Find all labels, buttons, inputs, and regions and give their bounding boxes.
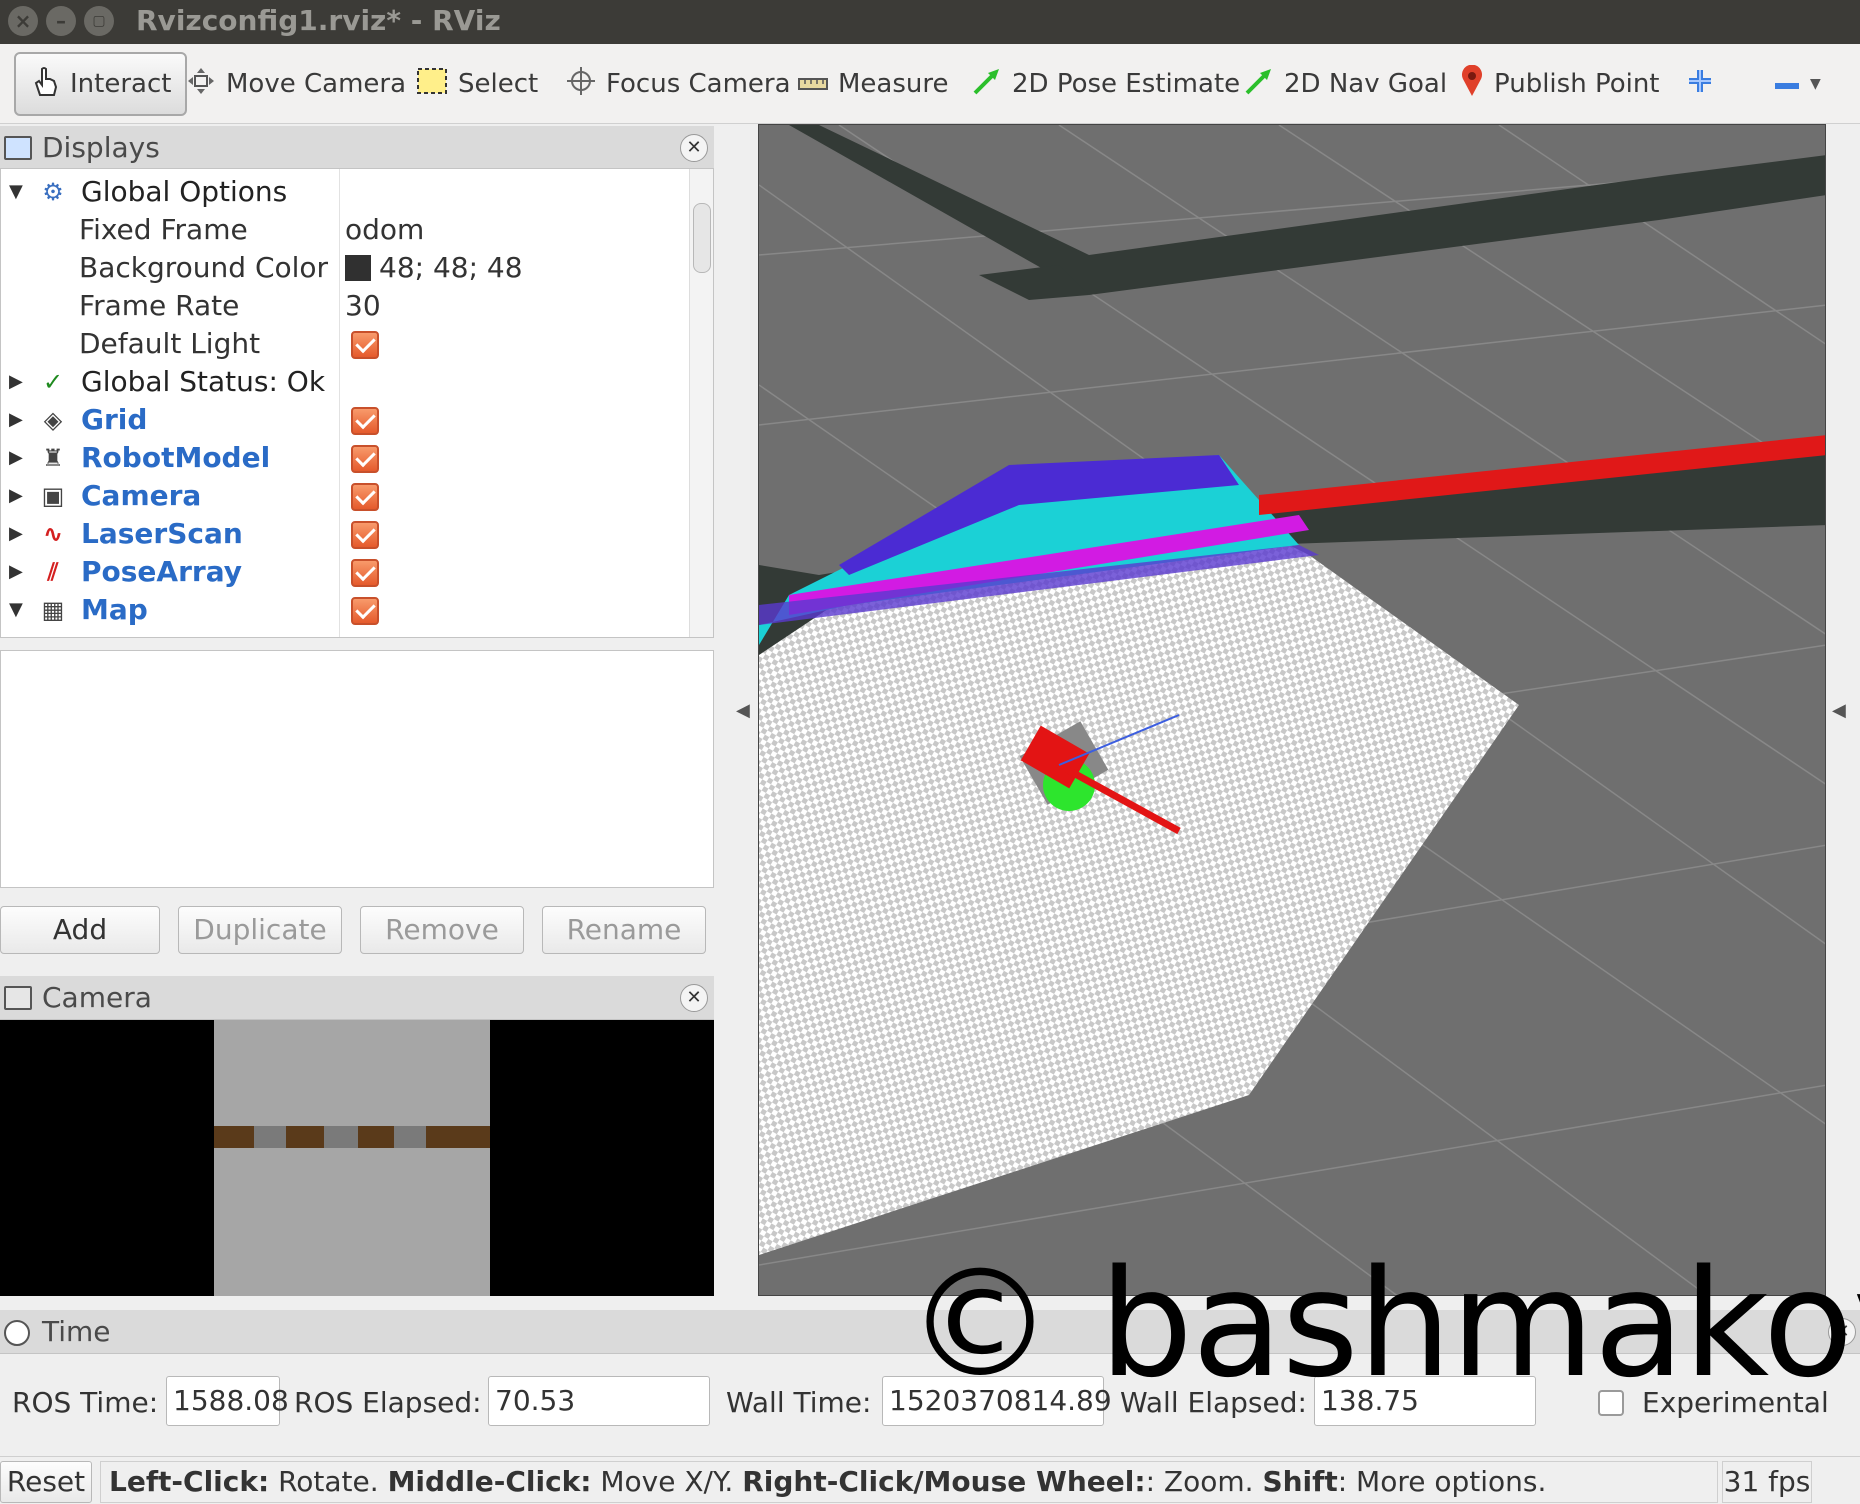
wall-time-label: Wall Time:	[726, 1386, 872, 1419]
ruler-icon	[798, 69, 828, 99]
posearray-icon: ⫽	[47, 558, 59, 586]
tree-row-robotmodel[interactable]: ▶ ♜ RobotModel	[1, 439, 691, 477]
laserscan-checkbox[interactable]	[351, 521, 379, 549]
robot-icon: ♜	[42, 444, 64, 472]
ros-elapsed-label: ROS Elapsed:	[294, 1386, 482, 1419]
focus-camera-icon	[566, 66, 596, 103]
move-camera-icon	[186, 66, 216, 103]
reset-button[interactable]: Reset	[0, 1461, 92, 1503]
camera-icon: ▣	[41, 482, 65, 510]
title-bar: × – ▢ Rvizconfig1.rviz* - RViz	[0, 0, 1860, 44]
collapse-left-arrow-icon[interactable]: ◀	[736, 700, 750, 721]
tree-row-default-light[interactable]: Default Light	[1, 325, 691, 363]
laserscan-icon: ∿	[42, 520, 64, 548]
camera-panel-header: Camera ✕	[0, 976, 714, 1020]
right-splitter[interactable]: ◀	[1828, 124, 1860, 1296]
minus-icon	[1774, 69, 1800, 99]
posearray-checkbox[interactable]	[351, 559, 379, 587]
map-pin-icon	[1460, 64, 1484, 104]
publish-point-tool-button[interactable]: Publish Point	[1460, 52, 1660, 116]
grid-icon: ◈	[43, 406, 63, 434]
grid-checkbox[interactable]	[351, 407, 379, 435]
expand-arrow-icon[interactable]: ▼	[9, 591, 23, 629]
status-bar: Reset Left-Click: Rotate. Middle-Click: …	[0, 1456, 1860, 1504]
toolbar: Interact Move Camera Select Focus Camera…	[0, 44, 1860, 124]
tree-row-background-color[interactable]: Background Color 48; 48; 48	[1, 249, 691, 287]
fps-counter: 31 fps	[1722, 1461, 1812, 1503]
tree-scrollbar[interactable]	[689, 169, 713, 637]
select-tool-button[interactable]: Select	[416, 52, 538, 116]
expand-arrow-icon[interactable]: ▶	[9, 553, 23, 591]
3d-scene	[759, 125, 1825, 1295]
green-arrow-icon	[972, 66, 1002, 103]
green-arrow-icon	[1244, 66, 1274, 103]
move-camera-tool-button[interactable]: Move Camera	[186, 52, 406, 116]
tree-row-fixed-frame[interactable]: Fixed Frame odom	[1, 211, 691, 249]
watermark: © bashmakov	[906, 1238, 1860, 1410]
add-display-button[interactable]: Add	[0, 906, 160, 954]
background-color-value[interactable]: 48; 48; 48	[345, 249, 523, 287]
tree-row-frame-rate[interactable]: Frame Rate 30	[1, 287, 691, 325]
help-text: Left-Click: Rotate. Middle-Click: Move X…	[100, 1461, 1718, 1503]
close-displays-panel-button[interactable]: ✕	[680, 134, 708, 162]
ros-time-field[interactable]: 1588.08	[166, 1376, 289, 1426]
plus-icon	[1686, 67, 1714, 102]
nav-goal-tool-button[interactable]: 2D Nav Goal	[1244, 52, 1447, 116]
map-checkbox[interactable]	[351, 597, 379, 625]
window-title: Rvizconfig1.rviz* - RViz	[136, 4, 501, 37]
minimize-window-button[interactable]: –	[46, 6, 76, 36]
tree-row-camera[interactable]: ▶ ▣ Camera	[1, 477, 691, 515]
tree-row-map[interactable]: ▼ ▦ Map	[1, 591, 691, 629]
pose-estimate-tool-button[interactable]: 2D Pose Estimate	[972, 52, 1240, 116]
ros-elapsed-field[interactable]: 70.53	[488, 1376, 710, 1426]
scrollbar-thumb[interactable]	[693, 203, 711, 273]
measure-tool-button[interactable]: Measure	[798, 52, 949, 116]
camera-image	[214, 1020, 490, 1296]
property-description-area	[0, 650, 714, 888]
expand-arrow-icon[interactable]: ▶	[9, 515, 23, 553]
ros-time-label: ROS Time:	[12, 1386, 159, 1419]
camera-image-view	[0, 1020, 714, 1296]
map-icon: ▦	[41, 596, 65, 624]
displays-panel-header: Displays ✕	[0, 126, 714, 170]
focus-camera-tool-button[interactable]: Focus Camera	[566, 52, 791, 116]
tree-row-grid[interactable]: ▶ ◈ Grid	[1, 401, 691, 439]
remove-display-button[interactable]: Remove	[360, 906, 524, 954]
fixed-frame-value[interactable]: odom	[345, 211, 424, 249]
duplicate-display-button[interactable]: Duplicate	[178, 906, 342, 954]
expand-arrow-icon[interactable]: ▶	[9, 363, 23, 401]
expand-arrow-icon[interactable]: ▶	[9, 401, 23, 439]
tree-row-global-status[interactable]: ▶ ✓ Global Status: Ok	[1, 363, 691, 401]
close-window-button[interactable]: ×	[8, 6, 38, 36]
tree-row-posearray[interactable]: ▶ ⫽ PoseArray	[1, 553, 691, 591]
collapse-right-arrow-icon[interactable]: ◀	[1832, 700, 1846, 721]
rename-display-button[interactable]: Rename	[542, 906, 706, 954]
robotmodel-checkbox[interactable]	[351, 445, 379, 473]
camera-icon	[4, 986, 32, 1010]
monitor-icon	[4, 136, 32, 160]
expand-arrow-icon[interactable]: ▶	[9, 439, 23, 477]
select-rect-icon	[416, 67, 448, 102]
default-light-checkbox[interactable]	[351, 331, 379, 359]
camera-checkbox[interactable]	[351, 483, 379, 511]
add-tool-button[interactable]	[1686, 52, 1724, 116]
left-splitter[interactable]: ◀	[716, 124, 756, 1296]
frame-rate-value[interactable]: 30	[345, 287, 381, 325]
hand-pointer-icon	[30, 65, 60, 104]
3d-render-view[interactable]	[758, 124, 1826, 1296]
remove-tool-dropdown[interactable]: ▼	[1774, 52, 1821, 116]
interact-tool-button[interactable]: Interact	[14, 52, 188, 116]
expand-arrow-icon[interactable]: ▼	[9, 173, 23, 211]
expand-arrow-icon[interactable]: ▶	[9, 477, 23, 515]
maximize-window-button[interactable]: ▢	[84, 6, 114, 36]
check-icon: ✓	[42, 368, 64, 396]
color-swatch	[345, 255, 371, 281]
tree-row-laserscan[interactable]: ▶ ∿ LaserScan	[1, 515, 691, 553]
chevron-down-icon: ▼	[1810, 76, 1821, 92]
displays-tree: ▼ ⚙ Global Options Fixed Frame odom Back…	[0, 168, 714, 638]
close-camera-panel-button[interactable]: ✕	[680, 984, 708, 1012]
gear-icon: ⚙	[42, 178, 64, 206]
clock-icon	[4, 1320, 30, 1346]
tree-row-global-options[interactable]: ▼ ⚙ Global Options	[1, 173, 691, 211]
